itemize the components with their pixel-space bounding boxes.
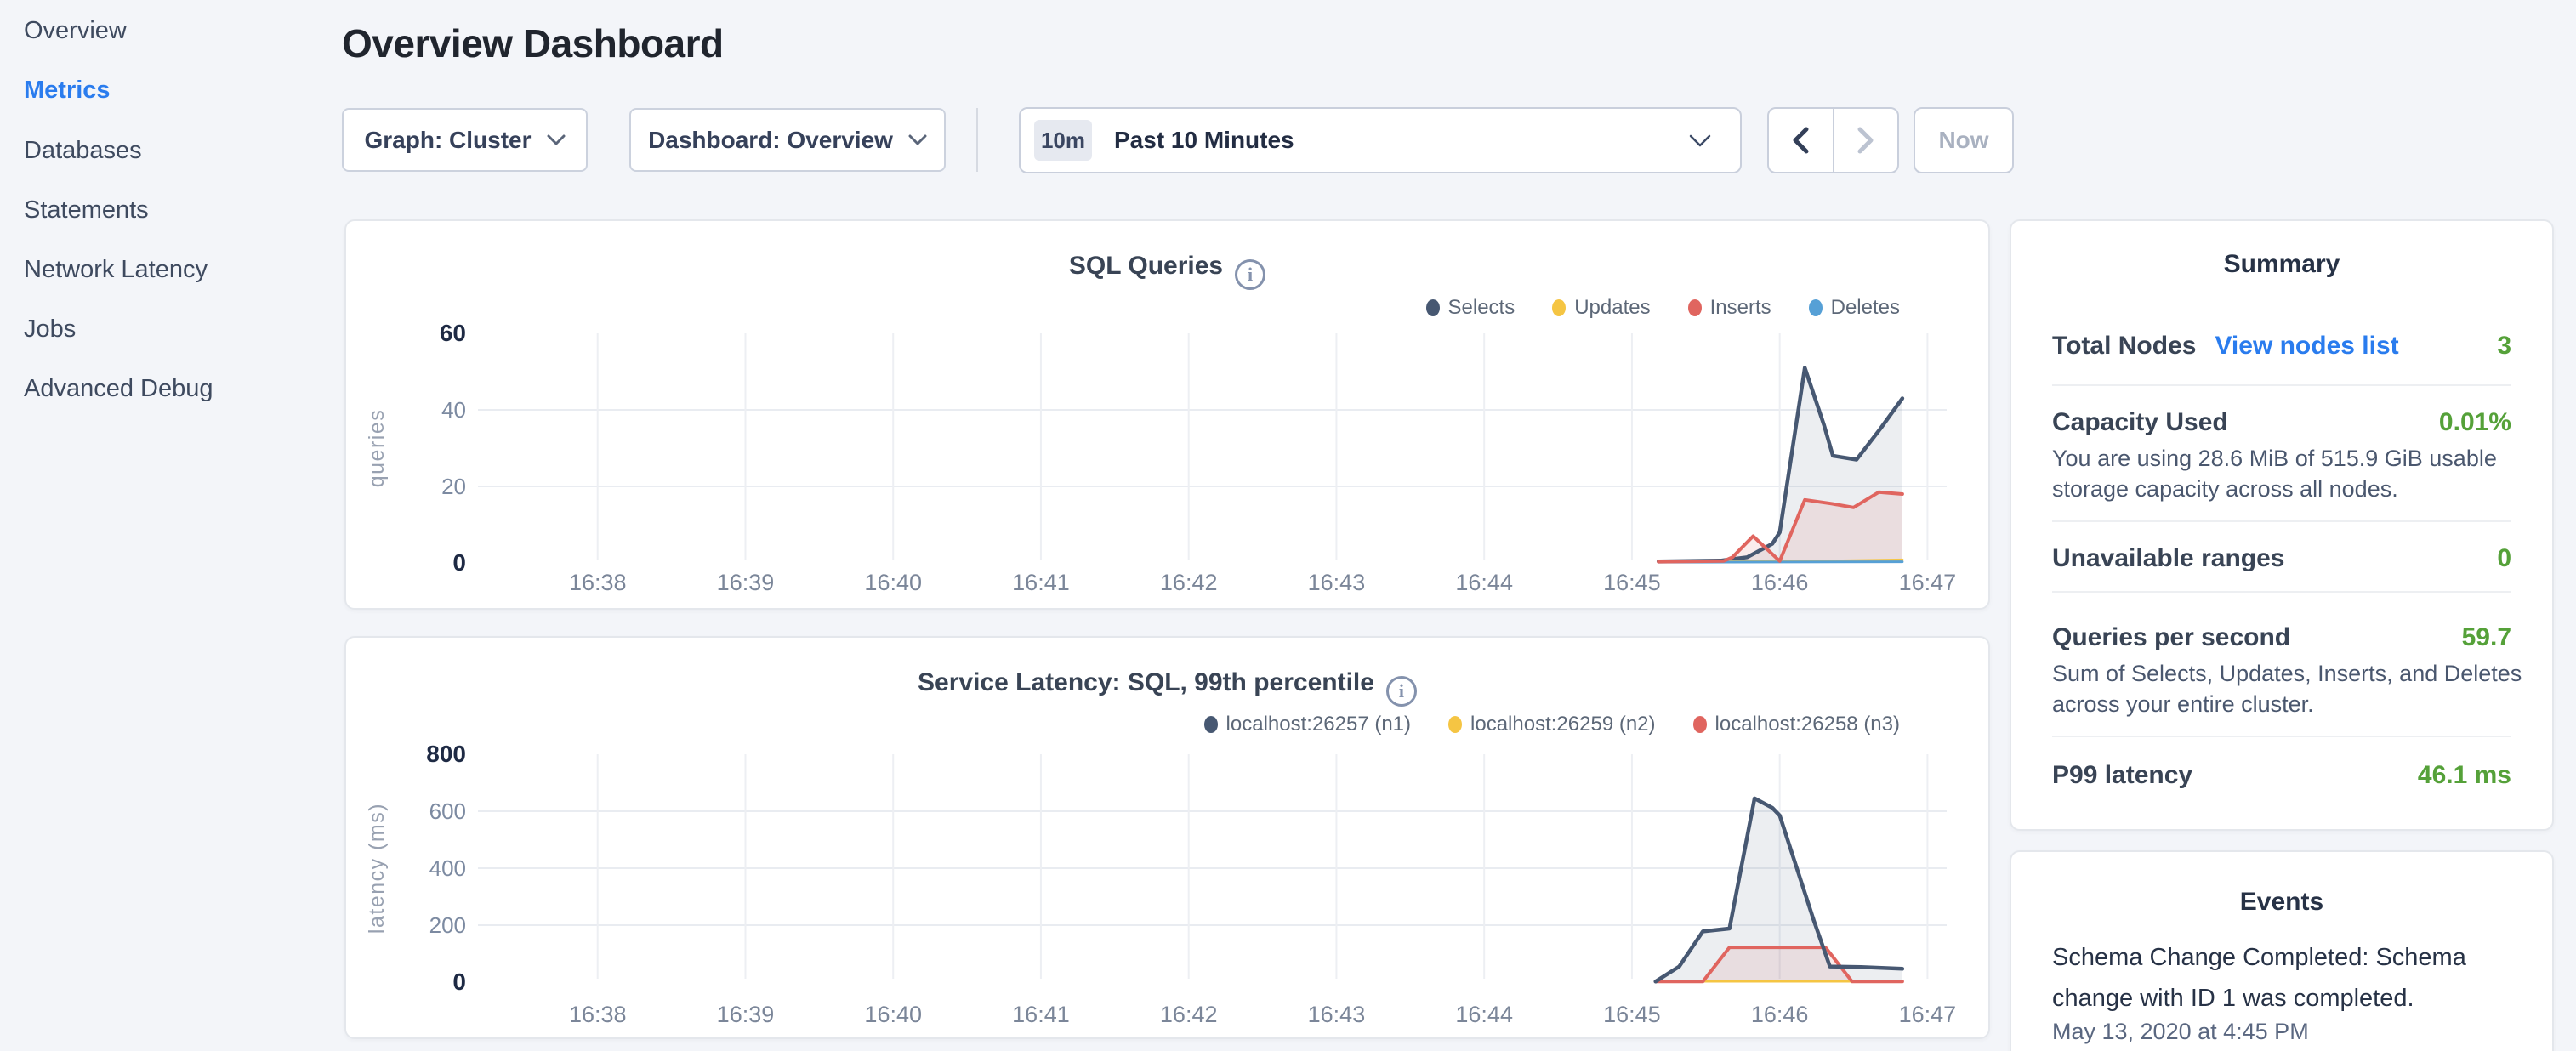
chevron-down-icon bbox=[547, 134, 566, 145]
summary-row-value: 59.7 bbox=[2462, 623, 2511, 652]
svg-text:0: 0 bbox=[452, 549, 466, 576]
chevron-down-icon bbox=[1689, 134, 1711, 147]
sidebar-item-metrics[interactable]: Metrics bbox=[24, 77, 111, 105]
svg-text:16:43: 16:43 bbox=[1308, 1002, 1366, 1027]
summary-row-value: 46.1 ms bbox=[2418, 761, 2511, 790]
summary-row-value: 3 bbox=[2497, 332, 2511, 361]
svg-text:16:38: 16:38 bbox=[569, 1002, 627, 1027]
sql-queries-chart: 0 20 40 60 16:38 16:39 16:40 16:41 16:42 16:43 16:… bbox=[346, 221, 1992, 611]
summary-row: Unavailable ranges 0 bbox=[2052, 544, 2511, 573]
svg-text:16:46: 16:46 bbox=[1751, 1002, 1809, 1027]
svg-text:16:41: 16:41 bbox=[1012, 570, 1070, 595]
svg-text:40: 40 bbox=[441, 397, 466, 423]
summary-row-label: P99 latency bbox=[2052, 761, 2192, 790]
divider bbox=[2052, 591, 2511, 593]
svg-text:latency (ms): latency (ms) bbox=[365, 803, 389, 934]
chevron-left-icon bbox=[1792, 127, 1809, 154]
event-item: Schema Change Completed: Schema change w… bbox=[2052, 937, 2518, 1019]
time-range-label: Past 10 Minutes bbox=[1114, 127, 1689, 154]
sidebar: Overview Metrics Databases Statements Networ… bbox=[0, 0, 323, 1051]
svg-text:16:40: 16:40 bbox=[864, 1002, 922, 1027]
service-latency-chart-card: Service Latency: SQL, 99th percentilei l… bbox=[344, 636, 1990, 1039]
svg-text:800: 800 bbox=[426, 741, 466, 767]
sidebar-item-statements[interactable]: Statements bbox=[24, 196, 149, 225]
svg-text:16:38: 16:38 bbox=[569, 570, 627, 595]
sql-queries-chart-card: SQL Queriesi SelectsUpdatesInsertsDelete… bbox=[344, 219, 1990, 610]
dashboard-dropdown[interactable]: Dashboard: Overview bbox=[629, 108, 946, 172]
svg-text:16:43: 16:43 bbox=[1308, 570, 1366, 595]
sidebar-item-network-latency[interactable]: Network Latency bbox=[24, 256, 208, 285]
svg-text:16:39: 16:39 bbox=[717, 570, 775, 595]
svg-text:16:42: 16:42 bbox=[1160, 570, 1218, 595]
view-nodes-link[interactable]: View nodes list bbox=[2215, 332, 2398, 361]
svg-text:queries: queries bbox=[365, 409, 389, 488]
svg-text:16:39: 16:39 bbox=[717, 1002, 775, 1027]
sidebar-item-jobs[interactable]: Jobs bbox=[24, 315, 76, 344]
svg-text:16:44: 16:44 bbox=[1455, 570, 1513, 595]
svg-text:16:45: 16:45 bbox=[1603, 1002, 1661, 1027]
summary-title: Summary bbox=[2011, 250, 2552, 279]
svg-text:16:42: 16:42 bbox=[1160, 1002, 1218, 1027]
summary-row-label: Capacity Used bbox=[2052, 408, 2228, 437]
svg-text:20: 20 bbox=[441, 474, 466, 499]
dashboard-dropdown-label: Dashboard: Overview bbox=[648, 127, 893, 154]
events-title: Events bbox=[2011, 888, 2552, 917]
svg-text:200: 200 bbox=[429, 912, 466, 938]
controls-divider bbox=[976, 108, 978, 172]
time-range-dropdown[interactable]: 10m Past 10 Minutes bbox=[1019, 107, 1742, 173]
svg-text:16:47: 16:47 bbox=[1899, 1002, 1957, 1027]
page-title: Overview Dashboard bbox=[342, 20, 724, 66]
svg-text:60: 60 bbox=[440, 320, 466, 346]
summary-row-label: Queries per second bbox=[2052, 623, 2290, 652]
svg-text:16:47: 16:47 bbox=[1899, 570, 1957, 595]
sidebar-item-advanced-debug[interactable]: Advanced Debug bbox=[24, 375, 213, 404]
svg-text:0: 0 bbox=[452, 969, 466, 995]
events-panel: Events Schema Change Completed: Schema c… bbox=[2010, 850, 2554, 1051]
page: Overview Metrics Databases Statements Networ… bbox=[0, 0, 2576, 1051]
service-latency-chart: 0 200 400 600 800 16:38 16:39 16:40 16:41 16:42 16… bbox=[346, 638, 1992, 1041]
svg-text:16:40: 16:40 bbox=[864, 570, 922, 595]
now-button[interactable]: Now bbox=[1914, 107, 2014, 173]
summary-row: Queries per second 59.7 bbox=[2052, 623, 2511, 652]
summary-row-label: Unavailable ranges bbox=[2052, 544, 2284, 573]
svg-text:16:44: 16:44 bbox=[1455, 1002, 1513, 1027]
divider bbox=[2052, 736, 2511, 737]
event-timestamp: May 13, 2020 at 4:45 PM bbox=[2052, 1019, 2518, 1045]
sidebar-item-databases[interactable]: Databases bbox=[24, 137, 142, 166]
summary-row-description: You are using 28.6 MiB of 515.9 GiB usab… bbox=[2052, 443, 2525, 504]
summary-row-value: 0 bbox=[2497, 544, 2511, 573]
time-step-buttons bbox=[1767, 107, 1899, 173]
svg-text:16:46: 16:46 bbox=[1751, 570, 1809, 595]
summary-row-value: 0.01% bbox=[2439, 408, 2511, 437]
summary-row-label: Total Nodes bbox=[2052, 332, 2196, 361]
graph-dropdown[interactable]: Graph: Cluster bbox=[342, 108, 588, 172]
divider bbox=[2052, 520, 2511, 522]
prev-time-button[interactable] bbox=[1769, 109, 1833, 172]
summary-row: Total Nodes View nodes list 3 bbox=[2052, 332, 2511, 361]
svg-text:600: 600 bbox=[429, 798, 466, 824]
chevron-right-icon bbox=[1857, 127, 1874, 154]
svg-text:400: 400 bbox=[429, 855, 466, 881]
summary-row-description: Sum of Selects, Updates, Inserts, and De… bbox=[2052, 658, 2525, 719]
summary-row: Capacity Used 0.01% bbox=[2052, 408, 2511, 437]
summary-panel: Summary Total Nodes View nodes list 3 Capac… bbox=[2010, 219, 2554, 831]
summary-row: P99 latency 46.1 ms bbox=[2052, 761, 2511, 790]
graph-dropdown-label: Graph: Cluster bbox=[364, 127, 531, 154]
sidebar-item-overview[interactable]: Overview bbox=[24, 17, 127, 46]
svg-text:16:45: 16:45 bbox=[1603, 570, 1661, 595]
divider bbox=[2052, 384, 2511, 386]
time-range-badge: 10m bbox=[1034, 120, 1092, 161]
svg-text:16:41: 16:41 bbox=[1012, 1002, 1070, 1027]
next-time-button[interactable] bbox=[1833, 109, 1898, 172]
chevron-down-icon bbox=[908, 134, 927, 145]
